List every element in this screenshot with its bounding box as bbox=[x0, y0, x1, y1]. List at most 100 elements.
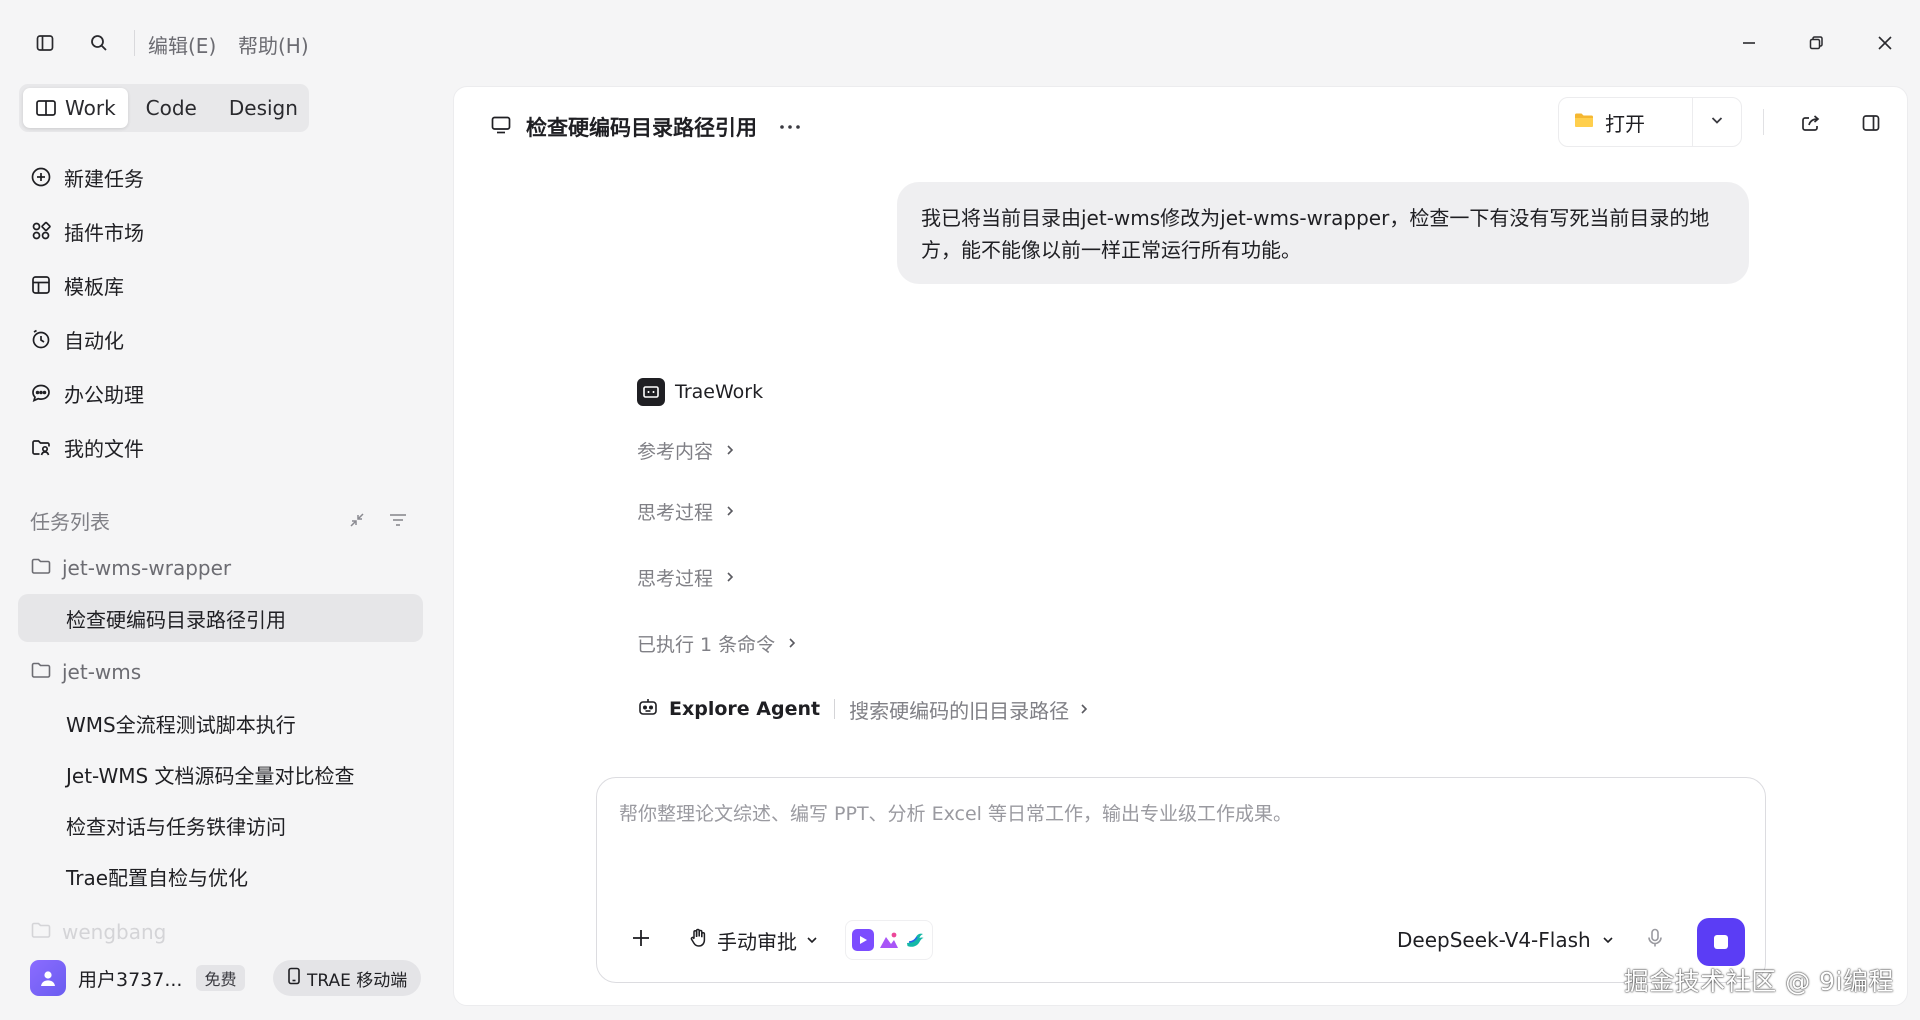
user-name: 用户3737... bbox=[78, 968, 183, 991]
open-button[interactable]: 打开 bbox=[1559, 98, 1693, 146]
tab-code[interactable]: Code bbox=[132, 88, 211, 128]
titlebar-divider bbox=[134, 30, 135, 56]
avatar[interactable] bbox=[30, 960, 66, 996]
video-app-icon[interactable] bbox=[852, 929, 874, 951]
agent-header: TraeWork bbox=[637, 377, 763, 407]
model-selector[interactable]: DeepSeek-V4-Flash bbox=[1397, 920, 1615, 960]
tab-work-label: Work bbox=[65, 96, 116, 120]
task-item[interactable]: 检查对话与任务铁律访问 bbox=[18, 801, 423, 849]
clock-icon bbox=[28, 326, 54, 352]
folder-faded[interactable]: wengbang bbox=[30, 912, 166, 952]
explore-agent-name: Explore Agent bbox=[669, 698, 821, 720]
share-icon[interactable] bbox=[1793, 105, 1829, 141]
close-icon[interactable] bbox=[1867, 26, 1903, 60]
apps-icon bbox=[28, 218, 54, 244]
chevron-down-icon bbox=[1601, 933, 1615, 947]
agent-name: TraeWork bbox=[675, 381, 764, 403]
task-label: 检查硬编码目录路径引用 bbox=[66, 607, 286, 632]
explore-divider bbox=[834, 699, 836, 719]
task-item[interactable]: Trae配置自检与优化 bbox=[18, 852, 423, 900]
open-button-group: 打开 bbox=[1558, 97, 1742, 147]
microphone-button[interactable] bbox=[1637, 920, 1673, 960]
main-panel: 检查硬编码目录路径引用 打开 我已将当前目录由jet-wms修改为jet-wms… bbox=[453, 86, 1908, 1006]
sidebar-item-new-task[interactable]: 新建任务 bbox=[28, 157, 144, 197]
sidebar-toggle-icon[interactable] bbox=[28, 28, 62, 58]
task-item[interactable]: WMS全流程测试脚本执行 bbox=[18, 699, 423, 747]
bird-app-icon[interactable] bbox=[904, 929, 926, 951]
step-thinking[interactable]: 思考过程 bbox=[637, 496, 735, 526]
conversation-header: 检查硬编码目录路径引用 bbox=[490, 109, 757, 145]
user-profile[interactable]: 用户3737... 免费 bbox=[30, 958, 245, 998]
robot-icon bbox=[637, 696, 659, 723]
message-input[interactable] bbox=[619, 794, 1739, 834]
step-commands[interactable]: 已执行 1 条命令 bbox=[637, 628, 797, 658]
app-shortcuts[interactable] bbox=[845, 920, 933, 960]
sidebar-item-automation[interactable]: 自动化 bbox=[28, 319, 124, 359]
step-thinking[interactable]: 思考过程 bbox=[637, 562, 735, 592]
chevron-right-icon bbox=[1079, 703, 1089, 715]
page-title: 检查硬编码目录路径引用 bbox=[526, 116, 757, 140]
open-dropdown-button[interactable] bbox=[1693, 98, 1741, 146]
model-name: DeepSeek-V4-Flash bbox=[1397, 928, 1591, 952]
restore-icon[interactable] bbox=[1798, 26, 1834, 60]
folder-name: jet-wms bbox=[62, 660, 142, 684]
filter-icon[interactable] bbox=[384, 506, 412, 534]
mobile-app-button[interactable]: TRAE 移动端 bbox=[273, 960, 422, 996]
tab-code-label: Code bbox=[145, 96, 197, 120]
sidebar-item-label: 模板库 bbox=[64, 274, 124, 299]
minimize-icon[interactable] bbox=[1731, 26, 1767, 60]
sidebar-item-plugin-market[interactable]: 插件市场 bbox=[28, 211, 144, 251]
search-icon[interactable] bbox=[82, 28, 116, 58]
app-window: 编辑(E) 帮助(H) Work Code Design 新建任务 插件市场 模… bbox=[0, 0, 1920, 1020]
header-divider bbox=[1763, 109, 1764, 135]
step-references[interactable]: 参考内容 bbox=[637, 435, 735, 465]
book-open-icon bbox=[35, 98, 57, 118]
tab-design[interactable]: Design bbox=[215, 88, 312, 128]
sidebar-item-office-assistant[interactable]: 办公助理 bbox=[28, 373, 144, 413]
add-attachment-button[interactable] bbox=[623, 920, 659, 960]
sidebar-item-label: 我的文件 bbox=[64, 436, 144, 461]
folder-user-icon bbox=[28, 434, 54, 460]
folder-name: wengbang bbox=[62, 920, 167, 944]
chevron-down-icon bbox=[805, 933, 819, 947]
approval-mode-label: 手动审批 bbox=[717, 929, 797, 954]
folder-jet-wms[interactable]: jet-wms bbox=[30, 652, 141, 692]
task-list-title: 任务列表 bbox=[30, 510, 110, 534]
sidebar-item-templates[interactable]: 模板库 bbox=[28, 265, 124, 305]
task-label: Jet-WMS 文档源码全量对比检查 bbox=[66, 763, 355, 788]
sidebar-item-label: 自动化 bbox=[64, 328, 124, 353]
hand-icon bbox=[687, 927, 709, 954]
step-label: 思考过程 bbox=[637, 501, 714, 524]
folder-icon bbox=[1573, 110, 1595, 135]
sidebar-item-my-files[interactable]: 我的文件 bbox=[28, 427, 144, 467]
monitor-icon bbox=[490, 115, 512, 140]
more-options-icon[interactable] bbox=[772, 109, 808, 145]
plus-circle-icon bbox=[28, 164, 54, 190]
explore-agent-row[interactable]: Explore Agent 搜索硬编码的旧目录路径 bbox=[637, 693, 1089, 725]
sidebar-item-label: 办公助理 bbox=[64, 382, 144, 407]
menu-edit[interactable]: 编辑(E) bbox=[148, 30, 216, 59]
task-item[interactable]: Jet-WMS 文档源码全量对比检查 bbox=[18, 750, 423, 798]
mode-switch: Work Code Design bbox=[19, 84, 309, 132]
folder-jet-wms-wrapper[interactable]: jet-wms-wrapper bbox=[30, 548, 231, 588]
panel-toggle-icon[interactable] bbox=[1853, 105, 1889, 141]
task-label: WMS全流程测试脚本执行 bbox=[66, 712, 296, 737]
chevron-right-icon bbox=[725, 444, 735, 456]
task-item-active[interactable]: 检查硬编码目录路径引用 bbox=[18, 594, 423, 642]
user-message: 我已将当前目录由jet-wms修改为jet-wms-wrapper，检查一下有没… bbox=[897, 182, 1749, 284]
explore-agent-desc: 搜索硬编码的旧目录路径 bbox=[849, 698, 1070, 723]
menu-help[interactable]: 帮助(H) bbox=[238, 30, 309, 59]
stop-generation-button[interactable] bbox=[1697, 918, 1745, 966]
plus-icon bbox=[630, 927, 652, 953]
chat-icon bbox=[28, 380, 54, 406]
tab-work[interactable]: Work bbox=[23, 88, 128, 128]
microphone-icon bbox=[1645, 927, 1665, 953]
collapse-icon[interactable] bbox=[343, 506, 371, 534]
folder-icon bbox=[30, 920, 52, 945]
title-bar: 编辑(E) 帮助(H) bbox=[0, 0, 1920, 84]
chevron-right-icon bbox=[787, 637, 797, 649]
step-label: 参考内容 bbox=[637, 440, 714, 463]
image-app-icon[interactable] bbox=[878, 929, 900, 951]
phone-icon bbox=[287, 967, 301, 990]
approval-mode-dropdown[interactable]: 手动审批 bbox=[681, 920, 825, 960]
